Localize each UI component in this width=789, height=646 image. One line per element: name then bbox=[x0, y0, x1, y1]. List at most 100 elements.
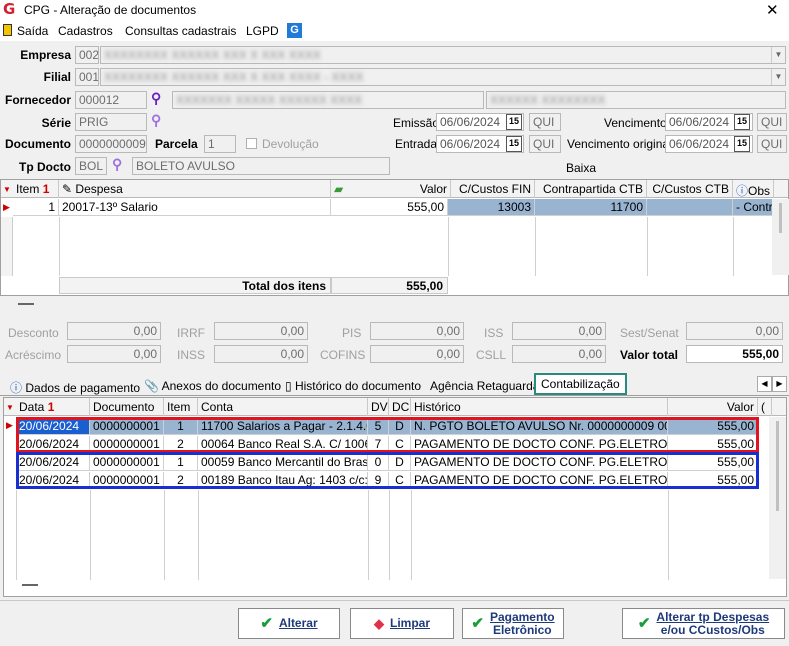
chevron-down-icon[interactable]: ▼ bbox=[771, 69, 785, 85]
col-divider bbox=[90, 490, 91, 580]
items-scrollbar[interactable] bbox=[772, 199, 789, 275]
menu-lgpd[interactable]: LGPD bbox=[246, 24, 279, 38]
search-icon[interactable]: ⚲ bbox=[151, 90, 161, 107]
col-divider bbox=[411, 490, 412, 580]
tab-dados-pagamento[interactable]: ⓘ Dados de pagamento bbox=[8, 376, 142, 396]
fornecedor-code-field[interactable]: 000012 bbox=[75, 91, 147, 109]
iss-field[interactable]: 0,00 bbox=[512, 322, 606, 340]
pis-field[interactable]: 0,00 bbox=[370, 322, 464, 340]
inss-field[interactable]: 0,00 bbox=[214, 345, 308, 363]
col-item[interactable]: Item 1 bbox=[13, 180, 59, 198]
splitter-handle[interactable] bbox=[22, 584, 38, 586]
tpdocto-code-field[interactable]: BOL bbox=[75, 157, 107, 175]
col-divider bbox=[448, 217, 449, 276]
document-icon: ▯ bbox=[285, 379, 292, 393]
col-divider bbox=[668, 490, 669, 580]
empresa-code-field[interactable]: 002 bbox=[75, 46, 99, 64]
tab-agencia[interactable]: Agência Retaguarda bbox=[428, 376, 541, 396]
divider bbox=[0, 600, 789, 601]
devolucao-checkbox[interactable] bbox=[246, 138, 257, 149]
menu-cadastros[interactable]: Cadastros bbox=[58, 24, 113, 38]
cofins-label: COFINS bbox=[320, 348, 366, 362]
documento-field[interactable]: 0000000009 bbox=[75, 135, 147, 153]
money-icon: ▰ bbox=[334, 182, 344, 196]
col-dv[interactable]: DV bbox=[368, 398, 389, 416]
menu-saida[interactable]: Saída bbox=[17, 24, 48, 38]
empresa-label: Empresa bbox=[20, 48, 71, 62]
items-grid: ▼ Item 1 ✎ Despesa ▰ Valor C/Custos FIN C… bbox=[0, 179, 789, 296]
cell-valor: 555,00 bbox=[331, 199, 448, 216]
serie-field[interactable]: PRIG bbox=[75, 113, 147, 131]
cell-item: 1 bbox=[13, 199, 59, 216]
tab-scroll-right-icon[interactable]: ▶ bbox=[772, 376, 787, 392]
irrf-field[interactable]: 0,00 bbox=[214, 322, 308, 340]
search-icon[interactable]: ⚲ bbox=[151, 112, 161, 129]
filial-combo[interactable]: XXXXXXXX XXXXXX XXX X XXX XXXX - XXXX bbox=[100, 68, 786, 86]
check-icon: ✔ bbox=[471, 615, 484, 632]
calendar-icon[interactable]: 15 bbox=[506, 114, 522, 130]
baixa-label: Baixa bbox=[566, 161, 597, 175]
col-valor[interactable]: ▰ Valor bbox=[331, 180, 451, 198]
venc-original-day: QUI bbox=[757, 135, 787, 153]
col-documento[interactable]: Documento bbox=[90, 398, 164, 416]
acrescimo-field[interactable]: 0,00 bbox=[67, 345, 161, 363]
filial-label: Filial bbox=[43, 70, 71, 84]
total-items-label: Total dos itens bbox=[59, 277, 331, 294]
col-divider bbox=[16, 490, 17, 580]
menu-consultas[interactable]: Consultas cadastrais bbox=[125, 24, 236, 38]
table-row[interactable]: ▶ 1 20017-13º Salario 555,00 13003 11700… bbox=[1, 199, 774, 216]
desconto-field[interactable]: 0,00 bbox=[67, 322, 161, 340]
splitter-handle[interactable] bbox=[18, 303, 34, 305]
empresa-combo[interactable]: XXXXXXXX XXXXXX XXX X XXX XXXX bbox=[100, 46, 786, 64]
vencimento-day: QUI bbox=[757, 113, 787, 131]
cofins-field[interactable]: 0,00 bbox=[370, 345, 464, 363]
col-ccfin[interactable]: C/Custos FIN bbox=[448, 180, 535, 198]
search-icon[interactable]: ⚲ bbox=[112, 156, 122, 173]
pagamento-eletronico-button[interactable]: ✔ Pagamento Eletrônico bbox=[462, 608, 564, 639]
col-data[interactable]: Data 1 bbox=[16, 398, 90, 416]
info-icon: ⓘ bbox=[736, 184, 749, 198]
col-divider bbox=[389, 490, 390, 580]
acrescimo-label: Acréscimo bbox=[5, 348, 62, 362]
col-conta[interactable]: Conta bbox=[198, 398, 368, 416]
col-extra: ( bbox=[758, 398, 772, 416]
calendar-icon[interactable]: 15 bbox=[506, 136, 522, 152]
col-item[interactable]: Item bbox=[164, 398, 198, 416]
row-gutter bbox=[1, 217, 13, 276]
highlight-red-box bbox=[16, 417, 759, 453]
tab-scroll-left-icon[interactable]: ◀ bbox=[757, 376, 772, 392]
accounting-scrollbar[interactable] bbox=[769, 417, 786, 579]
emissao-day: QUI bbox=[529, 113, 561, 131]
sort-down-icon: ▼ bbox=[3, 185, 11, 194]
sort-down-icon: ▼ bbox=[6, 403, 14, 412]
col-despesa[interactable]: ✎ Despesa bbox=[59, 180, 331, 198]
col-dc[interactable]: DC bbox=[389, 398, 411, 416]
col-obs[interactable]: ⓘObs bbox=[733, 180, 774, 198]
calendar-icon[interactable]: 15 bbox=[734, 114, 750, 130]
col-historico[interactable]: Histórico bbox=[411, 398, 668, 416]
limpar-button[interactable]: ◆ Limpar bbox=[350, 608, 454, 639]
row-indicator-icon: ▶ bbox=[3, 202, 10, 212]
filial-code-field[interactable]: 001 bbox=[75, 68, 99, 86]
col-divider bbox=[164, 490, 165, 580]
csll-field[interactable]: 0,00 bbox=[512, 345, 606, 363]
col-divider bbox=[59, 217, 60, 276]
sest-field[interactable]: 0,00 bbox=[686, 322, 783, 340]
alterar-tp-despesas-button[interactable]: ✔ Alterar tp Despesas e/ou CCustos/Obs bbox=[622, 608, 785, 639]
pis-label: PIS bbox=[342, 326, 362, 340]
alterar-button[interactable]: ✔ Alterar bbox=[238, 608, 340, 639]
col-contrapartida[interactable]: Contrapartida CTB bbox=[535, 180, 647, 198]
app-help-icon[interactable]: G bbox=[287, 23, 302, 38]
tab-historico[interactable]: ▯ Histórico do documento bbox=[283, 376, 423, 396]
col-valor[interactable]: Valor bbox=[668, 398, 758, 416]
col-divider bbox=[198, 490, 199, 580]
close-icon[interactable]: ✕ bbox=[766, 1, 779, 19]
calendar-icon[interactable]: 15 bbox=[734, 136, 750, 152]
fornecedor-name: XXXXXXX XXXXX XXXXXX XXXX bbox=[176, 93, 363, 107]
filial-name: XXXXXXXX XXXXXX XXX X XXX XXXX - XXXX bbox=[104, 70, 364, 84]
tab-contabilizacao[interactable]: Contabilização bbox=[534, 373, 627, 395]
chevron-down-icon[interactable]: ▼ bbox=[771, 47, 785, 63]
col-ccctb[interactable]: C/Custos CTB bbox=[647, 180, 733, 198]
parcela-field[interactable]: 1 bbox=[204, 135, 236, 153]
tab-anexos[interactable]: 📎 Anexos do documento bbox=[142, 376, 283, 396]
